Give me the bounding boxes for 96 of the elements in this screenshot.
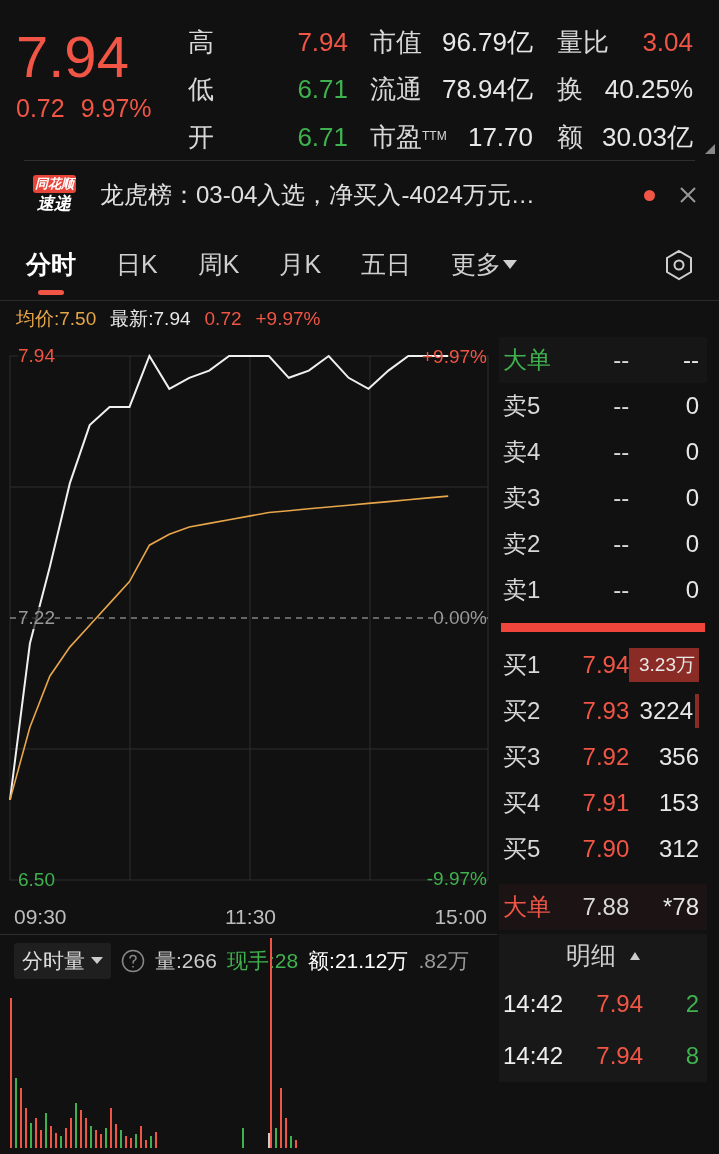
trade-price: 7.94	[595, 1041, 643, 1071]
order-price: --	[612, 575, 630, 605]
news-badge: 同花顺	[32, 175, 76, 193]
order-price: 7.88	[581, 892, 630, 922]
price-change-percent: 9.97%	[80, 93, 152, 124]
order-label: 买3	[503, 742, 542, 772]
order-volume: 3224	[639, 696, 693, 726]
time-label: 09:30	[14, 903, 67, 930]
order-volume: 0	[685, 575, 699, 605]
axis-label: -9.97%	[426, 866, 487, 891]
chart-tab[interactable]: 分时	[26, 228, 76, 301]
axis-label: 7.22	[18, 607, 55, 629]
stat-value: 78.94亿	[441, 73, 533, 107]
order-volume: 0	[685, 437, 699, 467]
latest-change-percent: +9.97%	[255, 306, 321, 331]
order-label: 大单	[503, 892, 552, 922]
details-title[interactable]: 明细	[566, 937, 616, 975]
order-label: 大单	[503, 345, 552, 375]
amount-value: 额:21.12万	[308, 948, 409, 974]
order-price: --	[612, 483, 630, 513]
chart-tab[interactable]: 日K	[116, 228, 158, 301]
stat-label: 市盈$^{TTM}$	[370, 120, 447, 154]
order-volume: 0	[685, 529, 699, 559]
order-label: 卖5	[503, 391, 542, 421]
sort-up-icon[interactable]	[630, 952, 640, 960]
order-volume: *78	[662, 892, 699, 922]
order-price: 7.92	[581, 742, 630, 772]
stat-value: 3.04	[642, 26, 693, 59]
order-price: 7.94	[581, 650, 630, 680]
order-label: 买2	[503, 696, 542, 726]
stat-value: 7.94	[297, 26, 348, 59]
trade-time: 14:42	[503, 989, 565, 1019]
current-price: 7.94	[16, 24, 130, 90]
stat-label: 量比	[557, 26, 609, 59]
stat-value: 96.79亿	[441, 26, 533, 59]
stat-label: 高	[188, 26, 214, 59]
average-price: 均价:7.50	[16, 306, 97, 331]
help-icon[interactable]	[121, 948, 145, 973]
current-hand: 现手:28	[226, 948, 299, 974]
order-volume: 3.23万	[629, 648, 699, 682]
order-price: --	[612, 529, 630, 559]
trade-time: 14:42	[503, 1041, 565, 1071]
order-volume: 0	[685, 391, 699, 421]
expand-corner-icon[interactable]	[705, 144, 715, 154]
order-volume: 356	[658, 742, 699, 772]
order-volume: 312	[658, 834, 699, 864]
stat-label: 开	[188, 120, 214, 154]
order-volume: 153	[658, 788, 699, 818]
order-label: 卖4	[503, 437, 542, 467]
time-label: 15:00	[434, 903, 487, 930]
trade-price: 7.94	[595, 989, 643, 1019]
latest-change: 0.72	[204, 306, 242, 331]
order-price: 7.93	[581, 696, 630, 726]
chart-tab[interactable]: 更多	[451, 228, 518, 301]
volume-type-dropdown[interactable]: 分时量	[14, 943, 111, 979]
order-price: --	[612, 345, 630, 375]
stat-value: 6.71	[297, 120, 348, 154]
order-label: 卖3	[503, 483, 542, 513]
chart-tab[interactable]: 月K	[279, 228, 322, 301]
stat-label: 额	[557, 120, 583, 154]
order-label: 买1	[503, 650, 542, 680]
order-volume: 0	[685, 483, 699, 513]
order-label: 卖1	[503, 575, 542, 605]
latest-price: 最新:7.94	[110, 306, 191, 331]
stat-value: 6.71	[297, 73, 348, 107]
news-ticker-text[interactable]: 龙虎榜：03-04入选，净买入-4024万元…	[100, 177, 535, 213]
order-price: --	[612, 437, 630, 467]
stat-value: 17.70	[467, 120, 533, 154]
settings-icon[interactable]	[663, 248, 695, 281]
order-price: 7.90	[581, 834, 630, 864]
close-icon[interactable]	[679, 186, 697, 204]
order-label: 买4	[503, 788, 542, 818]
caret-icon	[503, 259, 518, 270]
chart-tab[interactable]: 五日	[361, 228, 412, 301]
news-badge-caption: 速递	[37, 193, 71, 215]
order-price: 7.91	[581, 788, 630, 818]
stat-label: 流通	[370, 73, 422, 107]
order-label: 卖2	[503, 529, 542, 559]
order-volume: --	[683, 345, 699, 375]
stat-label: 低	[188, 73, 214, 107]
volume-value: 量:266	[155, 948, 217, 974]
caret-icon	[91, 956, 103, 965]
depth-bar	[695, 694, 699, 728]
order-price: --	[612, 391, 630, 421]
price-change: 0.72	[16, 93, 65, 124]
axis-label: +9.97%	[422, 345, 487, 369]
trade-volume: 2	[685, 989, 699, 1019]
trade-volume: 8	[685, 1041, 699, 1071]
stat-value: 40.25%	[604, 73, 693, 107]
order-label: 买5	[503, 834, 542, 864]
stat-label: 换	[557, 73, 583, 107]
chart-tab[interactable]: 周K	[197, 228, 240, 301]
stat-value: 30.03亿	[601, 120, 693, 154]
axis-label: .82万	[418, 948, 469, 974]
time-label: 11:30	[225, 903, 276, 930]
stat-label: 市值	[370, 26, 422, 59]
